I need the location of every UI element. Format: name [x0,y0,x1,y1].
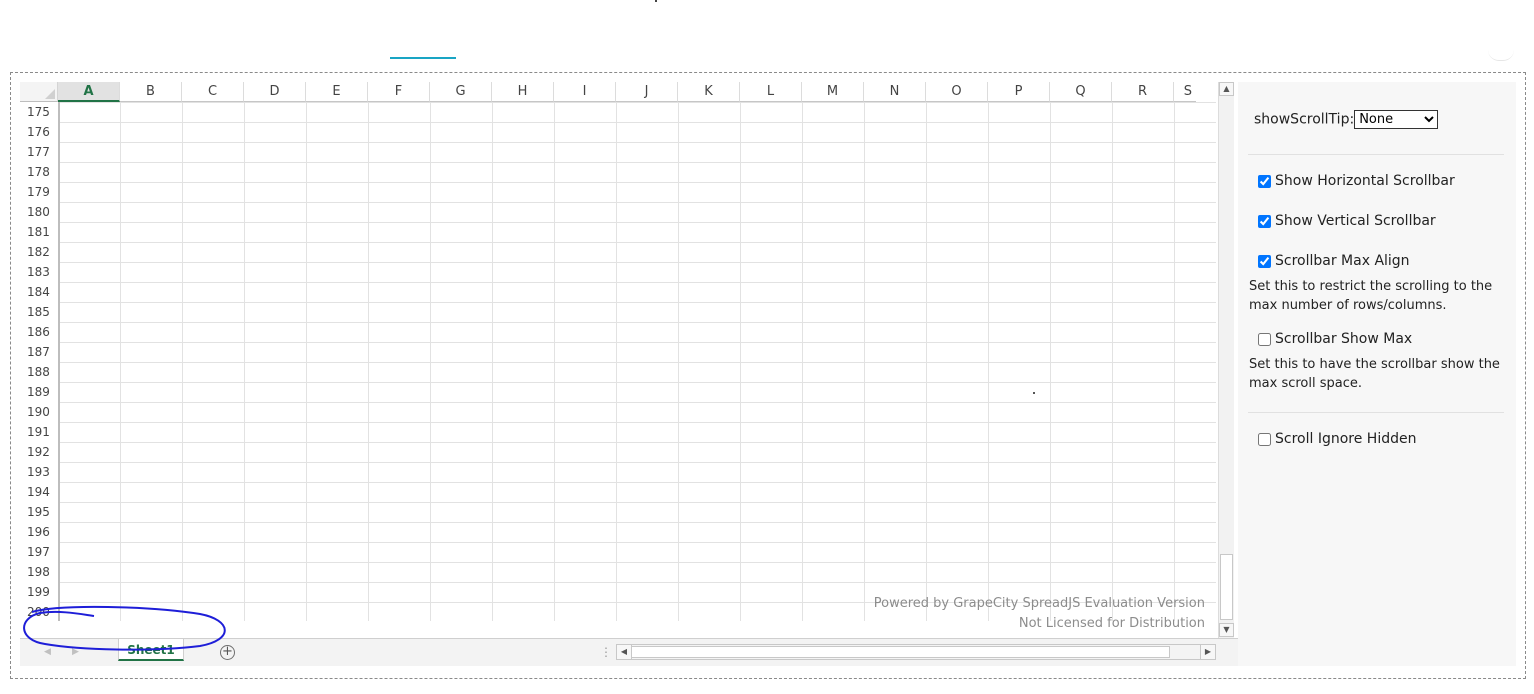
scroll-down-button[interactable]: ▼ [1219,623,1234,637]
scrollbar-max-align-label: Scrollbar Max Align [1275,253,1410,269]
show-vertical-scrollbar-label: Show Vertical Scrollbar [1275,213,1436,229]
row-header-cell[interactable]: 179 [20,182,58,202]
watermark-line2: Not Licensed for Distribution [1018,616,1205,631]
row-header-cell[interactable]: 194 [20,482,58,502]
watermark-line1: Powered by GrapeCity SpreadJS Evaluation… [873,596,1205,611]
row-header-cell[interactable]: 197 [20,542,58,562]
divider [1248,412,1504,413]
grid-dot [1033,392,1035,394]
horizontal-scroll-thumb[interactable] [631,646,1170,658]
scroll-tip-row: showScrollTip:NoneHorizontalVerticalBoth [1254,110,1439,129]
column-header-cell[interactable]: B [120,82,182,102]
row-header-cell[interactable]: 183 [20,262,58,282]
column-header-cell[interactable]: D [244,82,306,102]
scrollbar-show-max-checkbox[interactable] [1258,332,1271,346]
divider [1248,154,1504,155]
prev-sheet-icon[interactable]: ◀ [44,647,51,657]
column-header-cell[interactable]: N [864,82,926,102]
top-dot [655,0,657,2]
column-header-cell[interactable]: S [1174,82,1196,102]
row-header-cell[interactable]: 199 [20,582,58,602]
row-header-cell[interactable]: 187 [20,342,58,362]
column-header-cell[interactable]: F [368,82,430,102]
column-header-cell[interactable]: C [182,82,244,102]
row-header-cell[interactable]: 186 [20,322,58,342]
row-header-cell[interactable]: 200 [20,602,58,621]
max-align-description: Set this to restrict the scrolling to th… [1249,279,1493,313]
horizontal-scrollbar[interactable]: ◀ ▶ [616,644,1216,660]
row-header-cell[interactable]: 190 [20,402,58,422]
show-vertical-scrollbar-checkbox[interactable] [1258,214,1271,228]
row-header-cell[interactable]: 196 [20,522,58,542]
row-header-cell[interactable]: 181 [20,222,58,242]
show-vertical-scrollbar-option[interactable]: Show Vertical Scrollbar [1258,213,1436,229]
scroll-tip-label: showScrollTip: [1254,111,1355,128]
scrollbar-show-max-option[interactable]: Scrollbar Show Max [1258,331,1412,347]
row-header-cell[interactable]: 182 [20,242,58,262]
vertical-scroll-thumb[interactable] [1220,554,1233,620]
column-header-cell[interactable]: H [492,82,554,102]
row-header-cell[interactable]: 177 [20,142,58,162]
select-all-corner[interactable] [20,82,58,102]
row-header-cell[interactable]: 180 [20,202,58,222]
show-horizontal-scrollbar-label: Show Horizontal Scrollbar [1275,173,1455,189]
column-header-cell[interactable]: R [1112,82,1174,102]
column-header: ABCDEFGHIJKLMNOPQRS [20,82,1216,102]
column-header-cell[interactable]: J [616,82,678,102]
row-header-cell[interactable]: 198 [20,562,58,582]
scroll-tip-select[interactable]: NoneHorizontalVerticalBoth [1354,110,1439,129]
selected-column-edge [58,102,60,621]
show-horizontal-scrollbar-checkbox[interactable] [1258,174,1271,188]
scrollbar-max-align-checkbox[interactable] [1258,254,1271,268]
cell-grid[interactable] [58,102,1216,621]
spreadsheet[interactable]: ABCDEFGHIJKLMNOPQRS 175 176 177 178 179 180 18… [20,82,1238,666]
row-header-cell[interactable]: 185 [20,302,58,322]
vertical-scrollbar[interactable]: ▲ ▼ [1218,82,1234,638]
scrollbar-show-max-label: Scrollbar Show Max [1275,331,1413,347]
active-tab-underline [390,57,456,59]
column-header-cell[interactable]: I [554,82,616,102]
scroll-left-button[interactable]: ◀ [617,645,632,659]
row-header-cell[interactable]: 178 [20,162,58,182]
column-header-cell[interactable]: L [740,82,802,102]
column-header-cell[interactable]: K [678,82,740,102]
corner-arc [1488,50,1514,61]
add-sheet-icon[interactable]: + [220,645,235,660]
tab-splitter-icon[interactable]: ⋮ [600,645,612,659]
column-header-cell[interactable]: E [306,82,368,102]
options-panel: showScrollTip:NoneHorizontalVerticalBoth… [1238,82,1516,666]
column-header-cell[interactable]: A [58,82,120,102]
column-header-cell[interactable]: O [926,82,988,102]
row-header-cell[interactable]: 176 [20,122,58,142]
row-header-cell[interactable]: 175 [20,102,58,122]
scroll-ignore-hidden-label: Scroll Ignore Hidden [1275,431,1417,447]
scrollbar-max-align-option[interactable]: Scrollbar Max Align [1258,253,1410,269]
next-sheet-icon[interactable]: ▶ [72,647,79,657]
column-header-cell[interactable]: M [802,82,864,102]
row-header-cell[interactable]: 184 [20,282,58,302]
show-horizontal-scrollbar-option[interactable]: Show Horizontal Scrollbar [1258,173,1455,189]
scroll-up-button[interactable]: ▲ [1219,82,1234,96]
scroll-ignore-hidden-option[interactable]: Scroll Ignore Hidden [1258,431,1416,447]
sheet-tab-bar: ◀ ▶ Sheet1 + ⋮ ◀ ▶ [20,638,1238,666]
scroll-ignore-hidden-checkbox[interactable] [1258,432,1271,446]
row-header-cell[interactable]: 191 [20,422,58,442]
column-header-cell[interactable]: G [430,82,492,102]
sheet-tab-sheet1[interactable]: Sheet1 [118,639,184,661]
row-header-cell[interactable]: 195 [20,502,58,522]
scroll-right-button[interactable]: ▶ [1200,645,1215,659]
show-max-description: Set this to have the scrollbar show the … [1249,357,1500,391]
row-header-cell[interactable]: 192 [20,442,58,462]
row-header-cell[interactable]: 193 [20,462,58,482]
row-header-cell[interactable]: 189 [20,382,58,402]
row-header-cell[interactable]: 188 [20,362,58,382]
column-header-cell[interactable]: P [988,82,1050,102]
column-header-cell[interactable]: Q [1050,82,1112,102]
